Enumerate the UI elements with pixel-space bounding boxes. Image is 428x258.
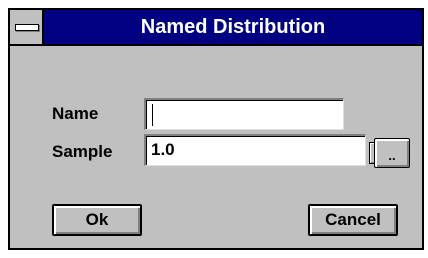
text-caret xyxy=(152,104,153,126)
name-label: Name xyxy=(52,104,99,123)
system-menu-icon xyxy=(15,24,39,31)
name-input[interactable] xyxy=(144,98,344,130)
sample-label: Sample xyxy=(52,142,113,161)
ok-button[interactable]: Ok xyxy=(52,204,142,236)
title-bar: Named Distribution xyxy=(10,10,422,46)
sample-input[interactable]: 1.0 xyxy=(144,134,366,166)
named-distribution-dialog: Named Distribution Name Sample 1.0 .. Ok… xyxy=(8,8,424,250)
browse-button[interactable]: .. xyxy=(374,138,410,168)
sample-value: 1.0 xyxy=(151,140,175,159)
cancel-button[interactable]: Cancel xyxy=(308,204,398,236)
system-menu-button[interactable] xyxy=(10,10,44,44)
window-title: Named Distribution xyxy=(140,16,326,38)
